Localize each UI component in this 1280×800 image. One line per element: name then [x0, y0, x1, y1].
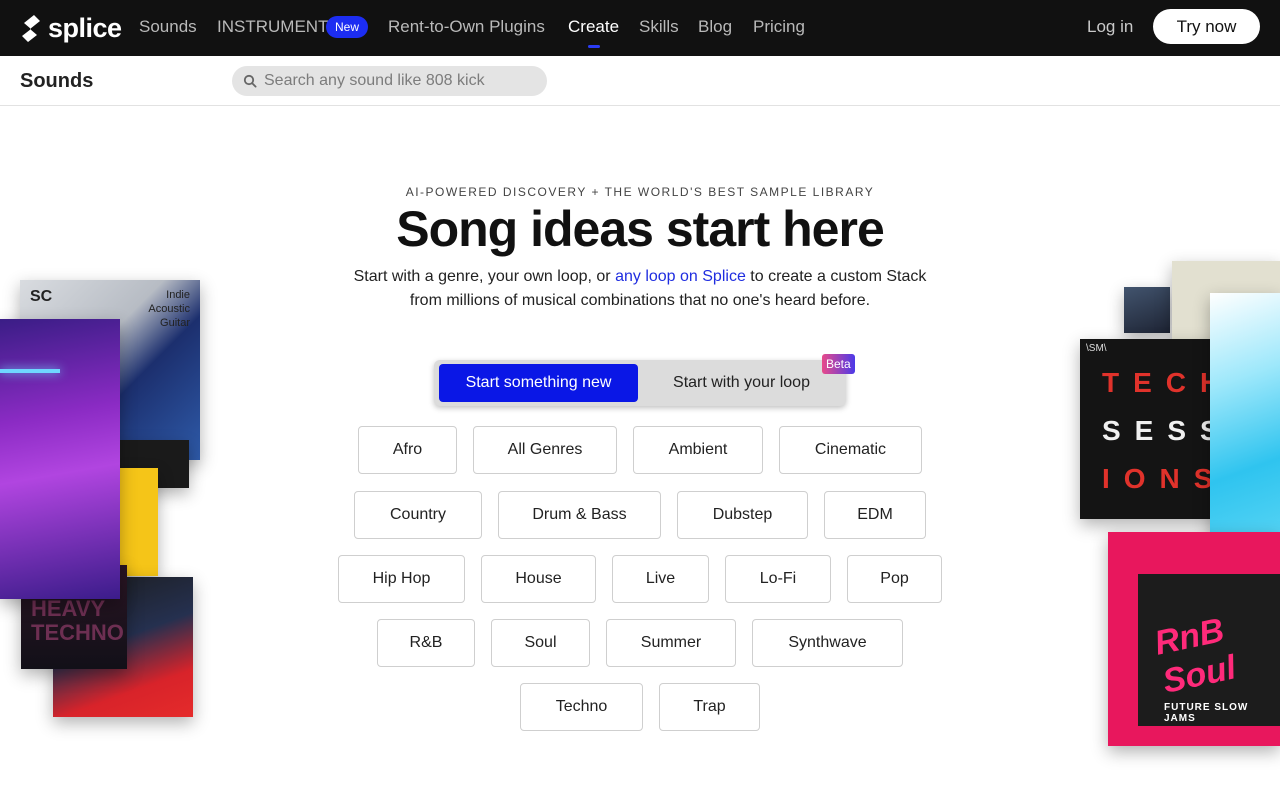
tech-sessions-line-3: IONS: [1102, 463, 1227, 494]
genre-edm-button[interactable]: EDM: [824, 491, 926, 539]
purple-studio-cover[interactable]: [0, 319, 120, 599]
any-loop-link[interactable]: any loop on Splice: [615, 268, 746, 285]
search-input[interactable]: [264, 72, 534, 90]
genre-lo-fi-button[interactable]: Lo-Fi: [725, 555, 831, 603]
tiny-album-cover[interactable]: [1124, 287, 1170, 333]
try-now-button[interactable]: Try now: [1153, 9, 1260, 44]
genre-techno-button[interactable]: Techno: [520, 683, 643, 731]
start-something-new-button[interactable]: Start something new: [439, 364, 638, 402]
neon-light: [0, 369, 60, 373]
genre-trap-button[interactable]: Trap: [659, 683, 760, 731]
genre-country-button[interactable]: Country: [354, 491, 482, 539]
nav-link-pricing[interactable]: Pricing: [753, 17, 805, 37]
desc-text-1: Start with a genre, your own loop, or: [353, 268, 616, 285]
search-bar[interactable]: [232, 66, 547, 96]
future-slow-jams-cover[interactable]: RnB Soul FUTURE SLOW JAMS: [1108, 532, 1280, 746]
genre-summer-button[interactable]: Summer: [606, 619, 736, 667]
hero-headline: Song ideas start here: [396, 201, 885, 257]
genre-hip-hop-button[interactable]: Hip Hop: [338, 555, 465, 603]
beta-badge: Beta: [822, 354, 855, 374]
genre-drum-and-bass-button[interactable]: Drum & Bass: [498, 491, 661, 539]
nav-link-rent-to-own[interactable]: Rent-to-Own Plugins: [388, 17, 545, 37]
genre-dubstep-button[interactable]: Dubstep: [677, 491, 808, 539]
genre-soul-button[interactable]: Soul: [491, 619, 590, 667]
search-icon: [243, 74, 257, 88]
genre-ambient-button[interactable]: Ambient: [633, 426, 763, 474]
mode-toggle: Start something new Start with your loop: [434, 360, 846, 406]
login-link[interactable]: Log in: [1087, 17, 1133, 37]
genre-house-button[interactable]: House: [481, 555, 596, 603]
cover-brand: SC: [30, 288, 53, 305]
nav-link-create[interactable]: Create: [568, 17, 619, 48]
tech-sessions-brand: \SM\: [1086, 343, 1107, 354]
genre-rnb-button[interactable]: R&B: [377, 619, 475, 667]
nav-link-blog[interactable]: Blog: [698, 17, 732, 37]
genre-live-button[interactable]: Live: [612, 555, 709, 603]
genre-pop-button[interactable]: Pop: [847, 555, 942, 603]
genre-all-genres-button[interactable]: All Genres: [473, 426, 617, 474]
new-badge: New: [326, 16, 369, 38]
future-slow-jams-title: FUTURE SLOW JAMS: [1164, 702, 1249, 724]
cover-title: Indie Acoustic Guitar: [148, 289, 190, 329]
splice-logo-icon: [22, 15, 40, 42]
top-nav: splice Sounds INSTRUMENT New Rent-to-Own…: [0, 0, 1280, 56]
start-with-your-loop-button[interactable]: Start with your loop: [654, 364, 829, 402]
genre-cinematic-button[interactable]: Cinematic: [779, 426, 922, 474]
hero-description: Start with a genre, your own loop, or an…: [340, 265, 940, 313]
nav-link-instrument[interactable]: INSTRUMENT: [217, 17, 328, 37]
sub-header: Sounds: [0, 56, 1280, 106]
splice-logo[interactable]: splice: [20, 12, 122, 44]
hero-eyebrow: AI-POWERED DISCOVERY + THE WORLD'S BEST …: [405, 185, 875, 199]
genre-synthwave-button[interactable]: Synthwave: [752, 619, 903, 667]
page-title: Sounds: [20, 70, 94, 92]
logo-text: splice: [48, 12, 122, 43]
heavy-techno-title: HEAVY TECHNO: [31, 596, 124, 645]
nav-link-skills[interactable]: Skills: [639, 17, 679, 37]
nav-link-sounds[interactable]: Sounds: [139, 17, 197, 37]
genre-afro-button[interactable]: Afro: [358, 426, 457, 474]
